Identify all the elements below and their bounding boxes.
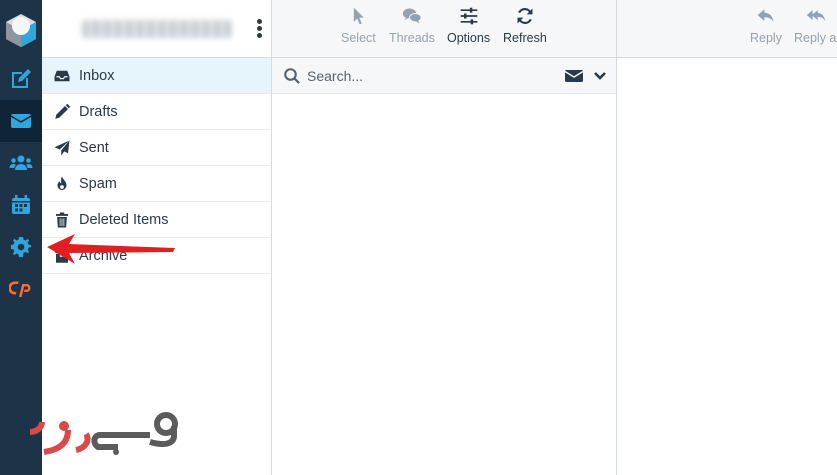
reading-pane: Reply Reply all (617, 0, 837, 475)
folder-label: Inbox (79, 67, 115, 84)
account-header (42, 0, 271, 58)
reply-all-button[interactable]: Reply all (794, 6, 837, 45)
app-rail (0, 0, 42, 475)
calendar-button[interactable] (0, 184, 42, 226)
search-bar (272, 58, 616, 94)
search-input[interactable] (307, 65, 547, 87)
kebab-dot-icon (256, 26, 262, 31)
kebab-dot-icon (256, 33, 262, 38)
cpanel-icon (9, 281, 31, 297)
account-name-redacted (82, 20, 232, 38)
edit-square-icon (12, 69, 31, 88)
reply-icon (757, 9, 774, 23)
compose-button[interactable] (0, 58, 42, 100)
folder-label: Sent (79, 139, 109, 156)
reply-all-icon (806, 10, 826, 21)
gear-icon (11, 237, 32, 257)
archive-icon (52, 246, 72, 266)
folder-sent[interactable]: Sent (42, 130, 271, 166)
comments-icon (402, 8, 422, 24)
folder-inbox[interactable]: Inbox (42, 58, 271, 94)
refresh-icon (517, 7, 533, 25)
trash-icon (52, 210, 72, 230)
roundcube-logo-icon[interactable] (3, 10, 39, 50)
paper-plane-icon (52, 138, 72, 158)
sliders-icon (460, 7, 477, 25)
folder-label: Deleted Items (79, 211, 169, 228)
folder-spam[interactable]: Spam (42, 166, 271, 202)
threads-button[interactable]: Threads (389, 6, 435, 45)
search-icon (284, 68, 300, 84)
fire-icon (52, 174, 72, 194)
settings-button[interactable] (0, 226, 42, 268)
contacts-button[interactable] (0, 142, 42, 184)
account-menu-button[interactable] (253, 18, 265, 40)
kebab-dot-icon (256, 19, 262, 24)
pencil-icon (52, 102, 72, 122)
calendar-icon (12, 195, 30, 214)
folder-drafts[interactable]: Drafts (42, 94, 271, 130)
message-list-panel: Select Threads Options Refresh (272, 0, 617, 475)
folder-deleted-items[interactable]: Deleted Items (42, 202, 271, 238)
inbox-icon (52, 66, 72, 86)
envelope-filter-icon[interactable] (564, 67, 584, 85)
users-icon (9, 155, 33, 170)
pointer-icon (354, 7, 365, 25)
message-list-toolbar: Select Threads Options Refresh (272, 0, 616, 58)
folder-label: Spam (79, 175, 117, 192)
folder-label: Drafts (79, 103, 118, 120)
mail-button[interactable] (0, 100, 42, 142)
folder-list: Inbox Drafts Sent Spam Deleted Items Arc… (42, 58, 271, 274)
folder-label: Archive (79, 247, 128, 264)
reading-toolbar: Reply Reply all (617, 0, 837, 58)
options-button[interactable]: Options (447, 6, 490, 45)
chevron-down-icon[interactable] (592, 68, 608, 84)
select-button[interactable]: Select (341, 6, 376, 45)
envelope-icon (10, 114, 32, 128)
refresh-button[interactable]: Refresh (503, 6, 547, 45)
folder-panel: Inbox Drafts Sent Spam Deleted Items Arc… (42, 0, 272, 475)
cpanel-button[interactable] (0, 268, 42, 310)
reply-button[interactable]: Reply (750, 6, 782, 45)
folder-archive[interactable]: Archive (42, 238, 271, 274)
